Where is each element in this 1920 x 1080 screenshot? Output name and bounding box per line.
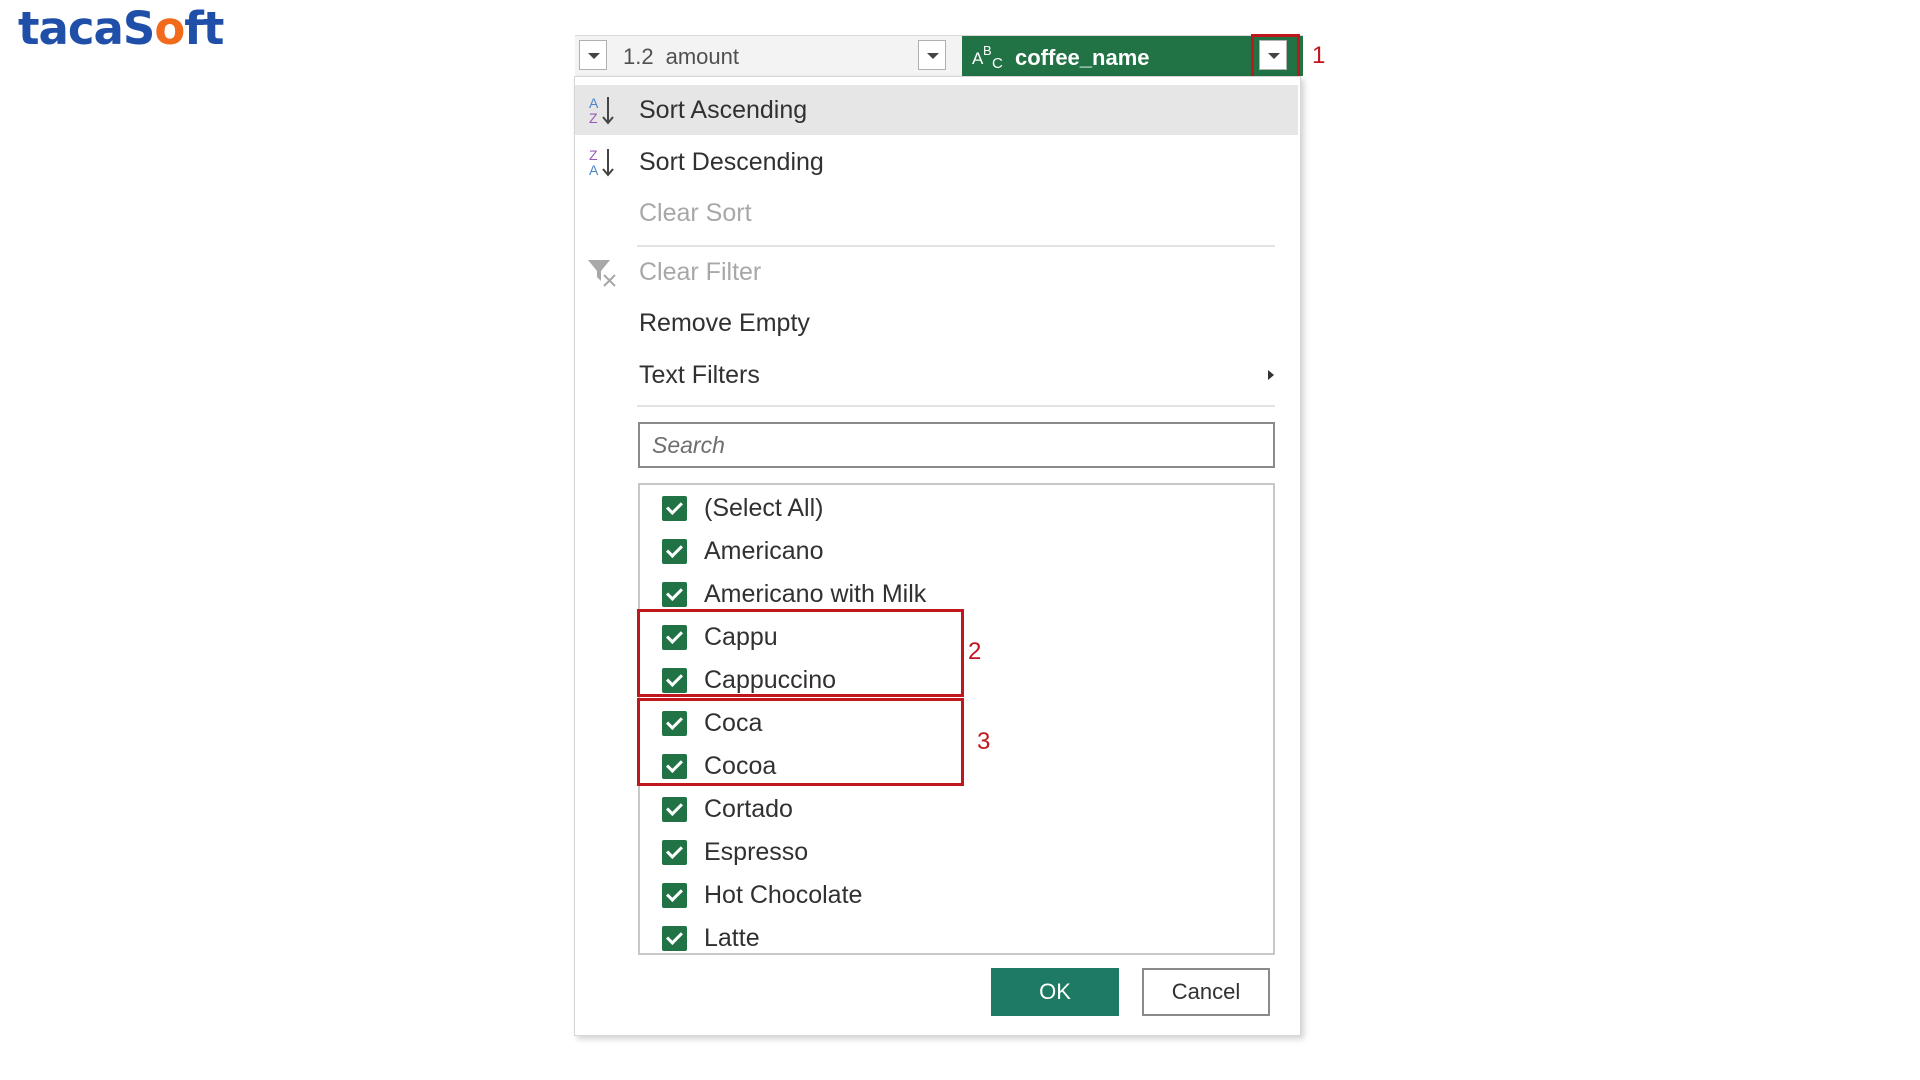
tacasoft-logo: tacaSoft	[18, 2, 224, 55]
list-item-label: Espresso	[704, 838, 809, 866]
checkbox-checked-icon[interactable]	[662, 539, 687, 564]
sort-descending-icon: Z A	[589, 147, 614, 178]
sort-descending-label: Sort Descending	[639, 148, 824, 176]
clear-filter-label: Clear Filter	[639, 258, 762, 286]
sort-ascending-icon: A Z	[589, 95, 614, 126]
row-selector-dropdown-button[interactable]	[579, 40, 607, 70]
svg-text:A: A	[589, 162, 599, 178]
checkbox-checked-icon[interactable]	[662, 797, 687, 822]
decimal-type-icon: 1.2	[623, 44, 654, 69]
chevron-down-icon	[588, 53, 600, 59]
remove-empty-menu-item[interactable]: Remove Empty	[575, 298, 1298, 348]
column-header-strip: 1.2 amount A B C coffee_name	[575, 35, 1303, 76]
amount-filter-dropdown-button[interactable]	[918, 40, 946, 70]
clear-sort-menu-item: Clear Sort	[575, 188, 1298, 238]
list-item-label: (Select All)	[704, 494, 824, 522]
sort-ascending-menu-item[interactable]: A Z Sort Ascending	[575, 85, 1298, 135]
column-header-coffee-name-label: coffee_name	[1015, 45, 1150, 70]
checkbox-checked-icon[interactable]	[662, 840, 687, 865]
list-item[interactable]: Hot Chocolate	[640, 874, 1270, 917]
column-header-amount[interactable]: 1.2 amount	[623, 44, 739, 70]
clear-filter-menu-item: Clear Filter	[575, 247, 1298, 297]
annotation-label-1: 1	[1312, 42, 1326, 69]
text-filters-menu-item[interactable]: Text Filters	[575, 350, 1298, 400]
logo-text-mid: o	[154, 2, 185, 55]
filter-dropdown-panel: A Z Sort Ascending Z A Sort Descending C…	[574, 76, 1301, 1036]
list-item-label: Latte	[704, 924, 760, 952]
svg-text:Z: Z	[589, 110, 598, 126]
checkbox-checked-icon[interactable]	[662, 582, 687, 607]
checkbox-checked-icon[interactable]	[662, 883, 687, 908]
svg-text:C: C	[992, 55, 1003, 70]
logo-text-accent: S	[122, 2, 155, 55]
checkbox-checked-icon[interactable]	[662, 926, 687, 951]
annotation-label-3: 3	[977, 728, 991, 755]
remove-empty-label: Remove Empty	[639, 309, 810, 337]
list-item[interactable]: Americano	[640, 530, 1270, 573]
logo-text-pre: taca	[18, 2, 124, 55]
svg-text:B: B	[983, 43, 992, 58]
list-item[interactable]: Latte	[640, 917, 1270, 953]
text-filters-label: Text Filters	[639, 361, 760, 389]
list-item-label: Americano	[704, 537, 824, 565]
column-header-amount-label: amount	[665, 44, 739, 69]
list-item-select-all[interactable]: (Select All)	[640, 487, 1270, 530]
cancel-button[interactable]: Cancel	[1142, 968, 1270, 1016]
list-item-label: Cortado	[704, 795, 793, 823]
logo-text-post: ft	[184, 2, 224, 55]
clear-filter-icon	[588, 260, 616, 287]
search-input[interactable]: Search	[638, 422, 1275, 468]
annotation-box-3	[637, 698, 964, 786]
chevron-right-icon	[1268, 370, 1274, 380]
list-item[interactable]: Espresso	[640, 831, 1270, 874]
sort-descending-menu-item[interactable]: Z A Sort Descending	[575, 137, 1298, 187]
svg-text:A: A	[589, 95, 599, 111]
menu-separator	[637, 405, 1275, 407]
annotation-box-2	[637, 609, 964, 697]
chevron-down-icon	[927, 53, 939, 59]
search-placeholder: Search	[652, 432, 725, 458]
list-item[interactable]: Cortado	[640, 788, 1270, 831]
checkbox-checked-icon[interactable]	[662, 496, 687, 521]
svg-text:Z: Z	[589, 147, 598, 163]
clear-sort-label: Clear Sort	[639, 199, 752, 227]
sort-ascending-label: Sort Ascending	[639, 96, 808, 124]
abc-text-type-icon: A B C	[972, 43, 1003, 70]
ok-button[interactable]: OK	[991, 968, 1119, 1016]
list-item-label: Hot Chocolate	[704, 881, 863, 909]
annotation-label-2: 2	[968, 638, 982, 665]
